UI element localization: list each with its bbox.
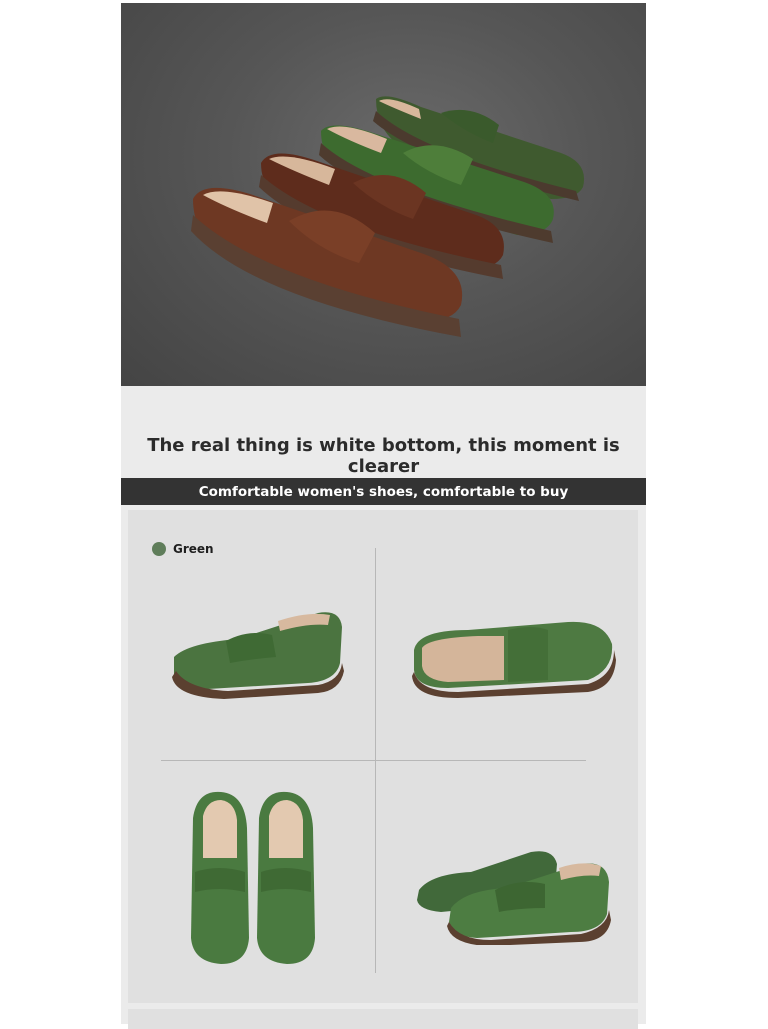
promo-banner: Comfortable women's shoes, comfortable t… xyxy=(121,478,646,505)
headline-text: The real thing is white bottom, this mom… xyxy=(147,435,620,477)
product-detail-page: The real thing is white bottom, this mom… xyxy=(121,3,646,1029)
color-views-panel: Green xyxy=(128,510,638,1003)
promo-banner-text: Comfortable women's shoes, comfortable t… xyxy=(198,483,569,500)
color-legend: Green xyxy=(152,542,214,556)
shoe-pair-angled-image xyxy=(417,851,611,945)
loafers-group-illustration xyxy=(191,96,585,337)
color-label: Green xyxy=(173,542,214,556)
next-section-panel xyxy=(128,1009,638,1029)
shoe-top-view-image xyxy=(191,791,315,964)
hero-product-photo xyxy=(121,3,646,386)
color-swatch-green xyxy=(152,542,166,556)
shoe-inner-side-image xyxy=(412,621,616,698)
shoe-side-view-image xyxy=(172,612,344,699)
grid-divider-horizontal xyxy=(161,760,586,761)
